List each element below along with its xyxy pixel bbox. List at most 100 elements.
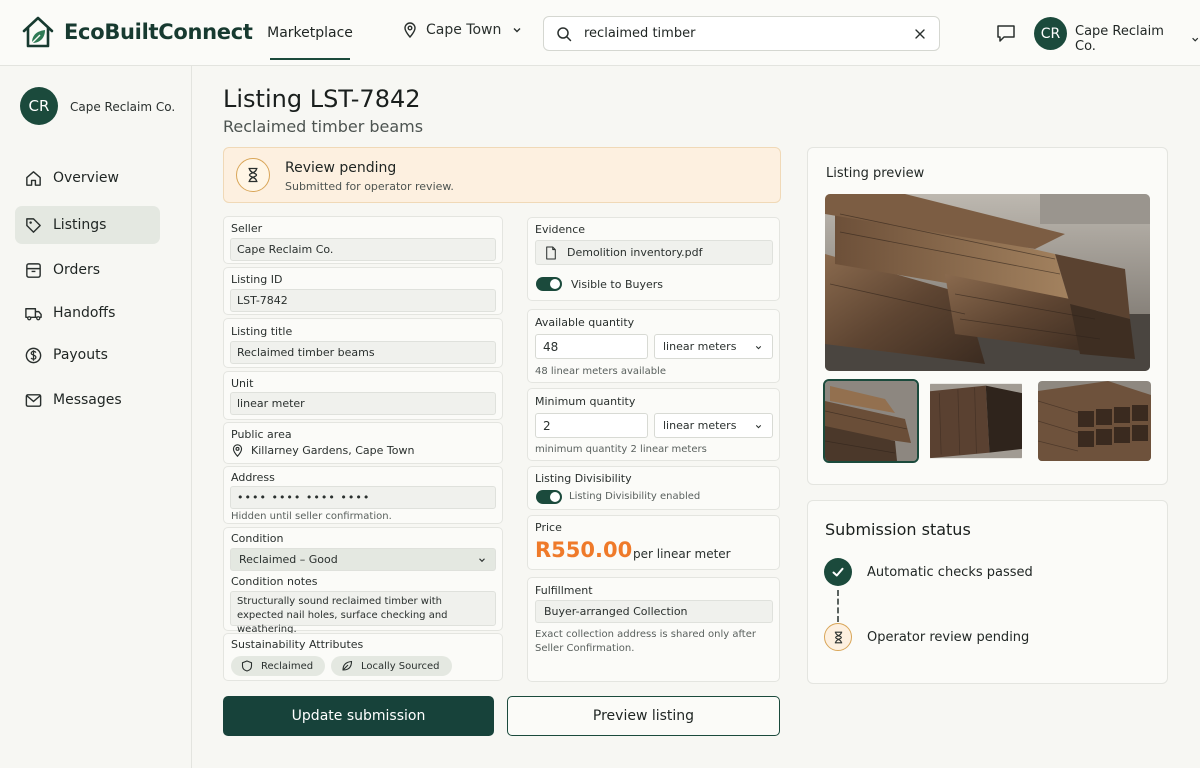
minimum-quantity-label: Minimum quantity — [535, 395, 636, 408]
sidebar-item-label: Handoffs — [53, 305, 116, 321]
avatar[interactable]: CR — [1034, 17, 1067, 50]
listing-title-label: Listing title — [231, 325, 293, 338]
dollar-icon — [25, 347, 42, 363]
attribute-pill-reclaimed[interactable]: Reclaimed — [231, 656, 326, 676]
seller-label: Seller — [231, 222, 263, 235]
price-field: Price R550.00 per linear meter — [527, 515, 780, 570]
divisibility-label: Listing Divisibility — [535, 472, 632, 485]
sidebar-item-label: Payouts — [53, 347, 108, 363]
condition-select[interactable]: Reclaimed – Good — [230, 548, 496, 571]
chevron-down-icon — [755, 346, 762, 350]
chevron-down-icon — [513, 28, 521, 33]
hourglass-icon — [248, 167, 258, 183]
check-icon — [832, 567, 844, 577]
timber-beams-main-image[interactable] — [825, 194, 1150, 371]
document-icon — [546, 245, 556, 260]
condition-label: Condition — [231, 532, 284, 545]
address-label: Address — [231, 471, 275, 484]
price-unit: per linear meter — [633, 547, 731, 561]
chevron-down-icon — [1191, 37, 1198, 42]
unit-input[interactable]: linear meter — [230, 392, 496, 415]
available-unit-value: linear meters — [663, 340, 737, 353]
public-area-label: Public area — [231, 428, 292, 441]
fulfillment-helper-line-1: Exact collection address is shared only … — [535, 629, 756, 640]
available-quantity-input[interactable]: 48 — [535, 334, 648, 359]
evidence-file[interactable]: Demolition inventory.pdf — [535, 240, 773, 265]
sustainability-label: Sustainability Attributes — [231, 638, 364, 651]
available-unit-select[interactable]: linear meters — [654, 334, 773, 359]
fulfillment-select[interactable]: Buyer-arranged Collection — [535, 600, 773, 623]
fulfillment-helper-line-2: Seller Confirmation. — [535, 643, 635, 654]
org-name: Cape Reclaim Co. — [70, 100, 176, 114]
account-menu[interactable]: Cape Reclaim Co. — [1075, 24, 1200, 54]
chat-bubble-icon[interactable] — [995, 22, 1017, 44]
fulfillment-field: Fulfillment Buyer-arranged Collection Ex… — [527, 577, 780, 682]
sidebar-item-messages[interactable]: Messages — [15, 381, 160, 419]
chevron-down-icon — [755, 425, 762, 429]
check-step-badge — [824, 558, 852, 586]
org-avatar: CR — [20, 87, 58, 125]
address-field: Address •••• •••• •••• •••• Hidden until… — [223, 466, 503, 524]
location-label: Cape Town — [426, 22, 502, 38]
attribute-label: Reclaimed — [261, 660, 314, 672]
thumbnail-1[interactable] — [823, 379, 919, 463]
sidebar-item-label: Orders — [53, 262, 101, 278]
step-automatic-checks: Automatic checks passed — [867, 565, 1033, 580]
listing-id-field: Listing ID LST-7842 — [223, 267, 503, 315]
condition-field: Condition Reclaimed – Good Condition not… — [223, 527, 503, 635]
truck-icon — [25, 307, 42, 320]
minimum-unit-select[interactable]: linear meters — [654, 413, 773, 438]
nav-marketplace[interactable]: Marketplace — [267, 0, 353, 66]
pending-step-badge — [824, 623, 852, 651]
sidebar-item-handoffs[interactable]: Handoffs — [15, 294, 160, 332]
minimum-quantity-helper: minimum quantity 2 linear meters — [535, 444, 707, 455]
sidebar-item-listings[interactable]: Listings — [15, 206, 160, 244]
review-pending-banner: Review pending Submitted for operator re… — [223, 147, 781, 203]
minimum-quantity-field: Minimum quantity 2 linear meters minimum… — [527, 388, 780, 461]
condition-notes-label: Condition notes — [231, 575, 318, 588]
condition-notes-input[interactable]: Structurally sound reclaimed timber with… — [230, 591, 496, 635]
public-area-value: Killarney Gardens, Cape Town — [231, 444, 414, 457]
listing-id-input[interactable]: LST-7842 — [230, 289, 496, 312]
search-input[interactable] — [584, 26, 913, 41]
address-input[interactable]: •••• •••• •••• •••• — [230, 486, 496, 509]
unit-label: Unit — [231, 377, 254, 390]
shield-icon — [241, 660, 253, 672]
divisibility-value: Listing Divisibility enabled — [569, 491, 701, 502]
fulfillment-label: Fulfillment — [535, 584, 593, 597]
address-helper: Hidden until seller confirmation. — [231, 511, 392, 522]
brand-name: EcoBuiltConnect — [64, 20, 253, 44]
seller-field: Seller Cape Reclaim Co. — [223, 216, 503, 264]
listing-id-label: Listing ID — [231, 273, 283, 286]
top-header: EcoBuiltConnect Marketplace Cape Town CR… — [0, 0, 1200, 66]
chevron-down-icon — [479, 558, 485, 563]
listing-title-input[interactable]: Reclaimed timber beams — [230, 341, 496, 364]
sidebar-item-label: Overview — [53, 170, 119, 186]
sidebar-item-payouts[interactable]: Payouts — [15, 336, 160, 374]
thumbnail-2[interactable] — [930, 381, 1022, 461]
close-icon[interactable] — [913, 27, 927, 41]
visible-to-buyers-toggle[interactable] — [536, 277, 562, 291]
banner-title: Review pending — [285, 160, 397, 176]
public-area-text: Killarney Gardens, Cape Town — [251, 444, 415, 457]
minimum-quantity-input[interactable]: 2 — [535, 413, 648, 438]
location-selector[interactable]: Cape Town — [402, 22, 523, 38]
sidebar-item-label: Listings — [53, 217, 107, 233]
thumbnail-3[interactable] — [1038, 381, 1151, 461]
divisibility-toggle[interactable] — [536, 490, 562, 504]
seller-input[interactable]: Cape Reclaim Co. — [230, 238, 496, 261]
condition-value: Reclaimed – Good — [239, 553, 338, 566]
banner-subtitle: Submitted for operator review. — [285, 180, 454, 193]
sidebar-item-orders[interactable]: Orders — [15, 251, 160, 289]
map-pin-icon — [232, 444, 243, 457]
step-operator-review: Operator review pending — [867, 630, 1030, 645]
update-submission-button[interactable]: Update submission — [223, 696, 494, 736]
submission-status-title: Submission status — [825, 520, 971, 539]
sidebar-item-overview[interactable]: Overview — [15, 159, 160, 197]
attribute-pill-locally-sourced[interactable]: Locally Sourced — [331, 656, 452, 676]
home-icon — [26, 170, 41, 186]
hourglass-icon — [834, 631, 842, 643]
brand-logo[interactable]: EcoBuiltConnect — [20, 14, 253, 50]
preview-listing-button[interactable]: Preview listing — [507, 696, 780, 736]
sidebar-item-label: Messages — [53, 392, 122, 408]
